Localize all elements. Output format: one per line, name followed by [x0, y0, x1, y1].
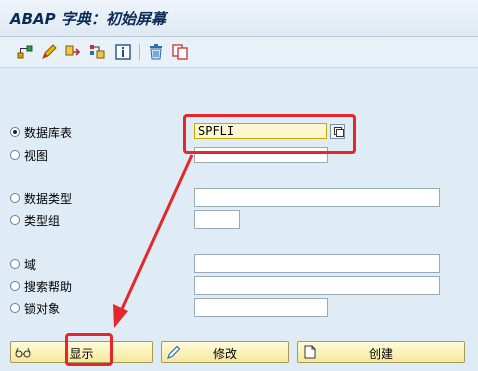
type-group-label: 类型组: [24, 213, 61, 228]
create-button[interactable]: 创建: [297, 341, 465, 363]
where-used-icon[interactable]: [88, 43, 106, 61]
pencil-edit-icon[interactable]: [40, 43, 58, 61]
create-button-label: 创建: [368, 347, 393, 361]
hierarchy-icon[interactable]: [16, 43, 34, 61]
radio-domain[interactable]: 域: [10, 255, 36, 273]
document-copy-icon[interactable]: [171, 43, 189, 61]
change-button[interactable]: 修改: [161, 341, 289, 363]
radio-search-help[interactable]: 搜索帮助: [10, 277, 72, 295]
radio-view[interactable]: 视图: [10, 146, 48, 164]
annotation-box-table-field: [183, 114, 356, 154]
view-label: 视图: [24, 148, 49, 163]
radio-database-table[interactable]: 数据库表: [10, 123, 72, 141]
radio-button[interactable]: [10, 303, 20, 313]
database-table-label: 数据库表: [24, 125, 73, 140]
domain-label: 域: [24, 257, 37, 272]
window-title: ABAP 字典：初始屏幕: [10, 10, 166, 28]
radio-button[interactable]: [10, 193, 20, 203]
lock-object-label: 锁对象: [24, 301, 61, 316]
radio-button[interactable]: [10, 150, 20, 160]
annotation-box-display-button: [65, 333, 113, 366]
title-bar: ABAP 字典：初始屏幕: [0, 0, 478, 37]
data-type-input[interactable]: [194, 188, 440, 207]
search-help-input[interactable]: [194, 276, 440, 295]
radio-lock-object[interactable]: 锁对象: [10, 299, 60, 317]
radio-button[interactable]: [10, 215, 20, 225]
application-toolbar: [0, 37, 478, 68]
search-help-label: 搜索帮助: [24, 279, 73, 294]
info-icon[interactable]: [114, 43, 132, 61]
radio-button[interactable]: [10, 127, 20, 137]
domain-input[interactable]: [194, 254, 440, 273]
toolbar-separator: [139, 44, 140, 60]
lock-object-input[interactable]: [194, 298, 328, 317]
data-type-label: 数据类型: [24, 191, 73, 206]
change-button-label: 修改: [212, 347, 237, 361]
radio-data-type[interactable]: 数据类型: [10, 189, 72, 207]
radio-type-group[interactable]: 类型组: [10, 211, 60, 229]
copy-object-icon[interactable]: [64, 43, 82, 61]
trash-delete-icon[interactable]: [147, 43, 165, 61]
radio-button[interactable]: [10, 259, 20, 269]
type-group-input[interactable]: [194, 210, 240, 229]
radio-button[interactable]: [10, 281, 20, 291]
